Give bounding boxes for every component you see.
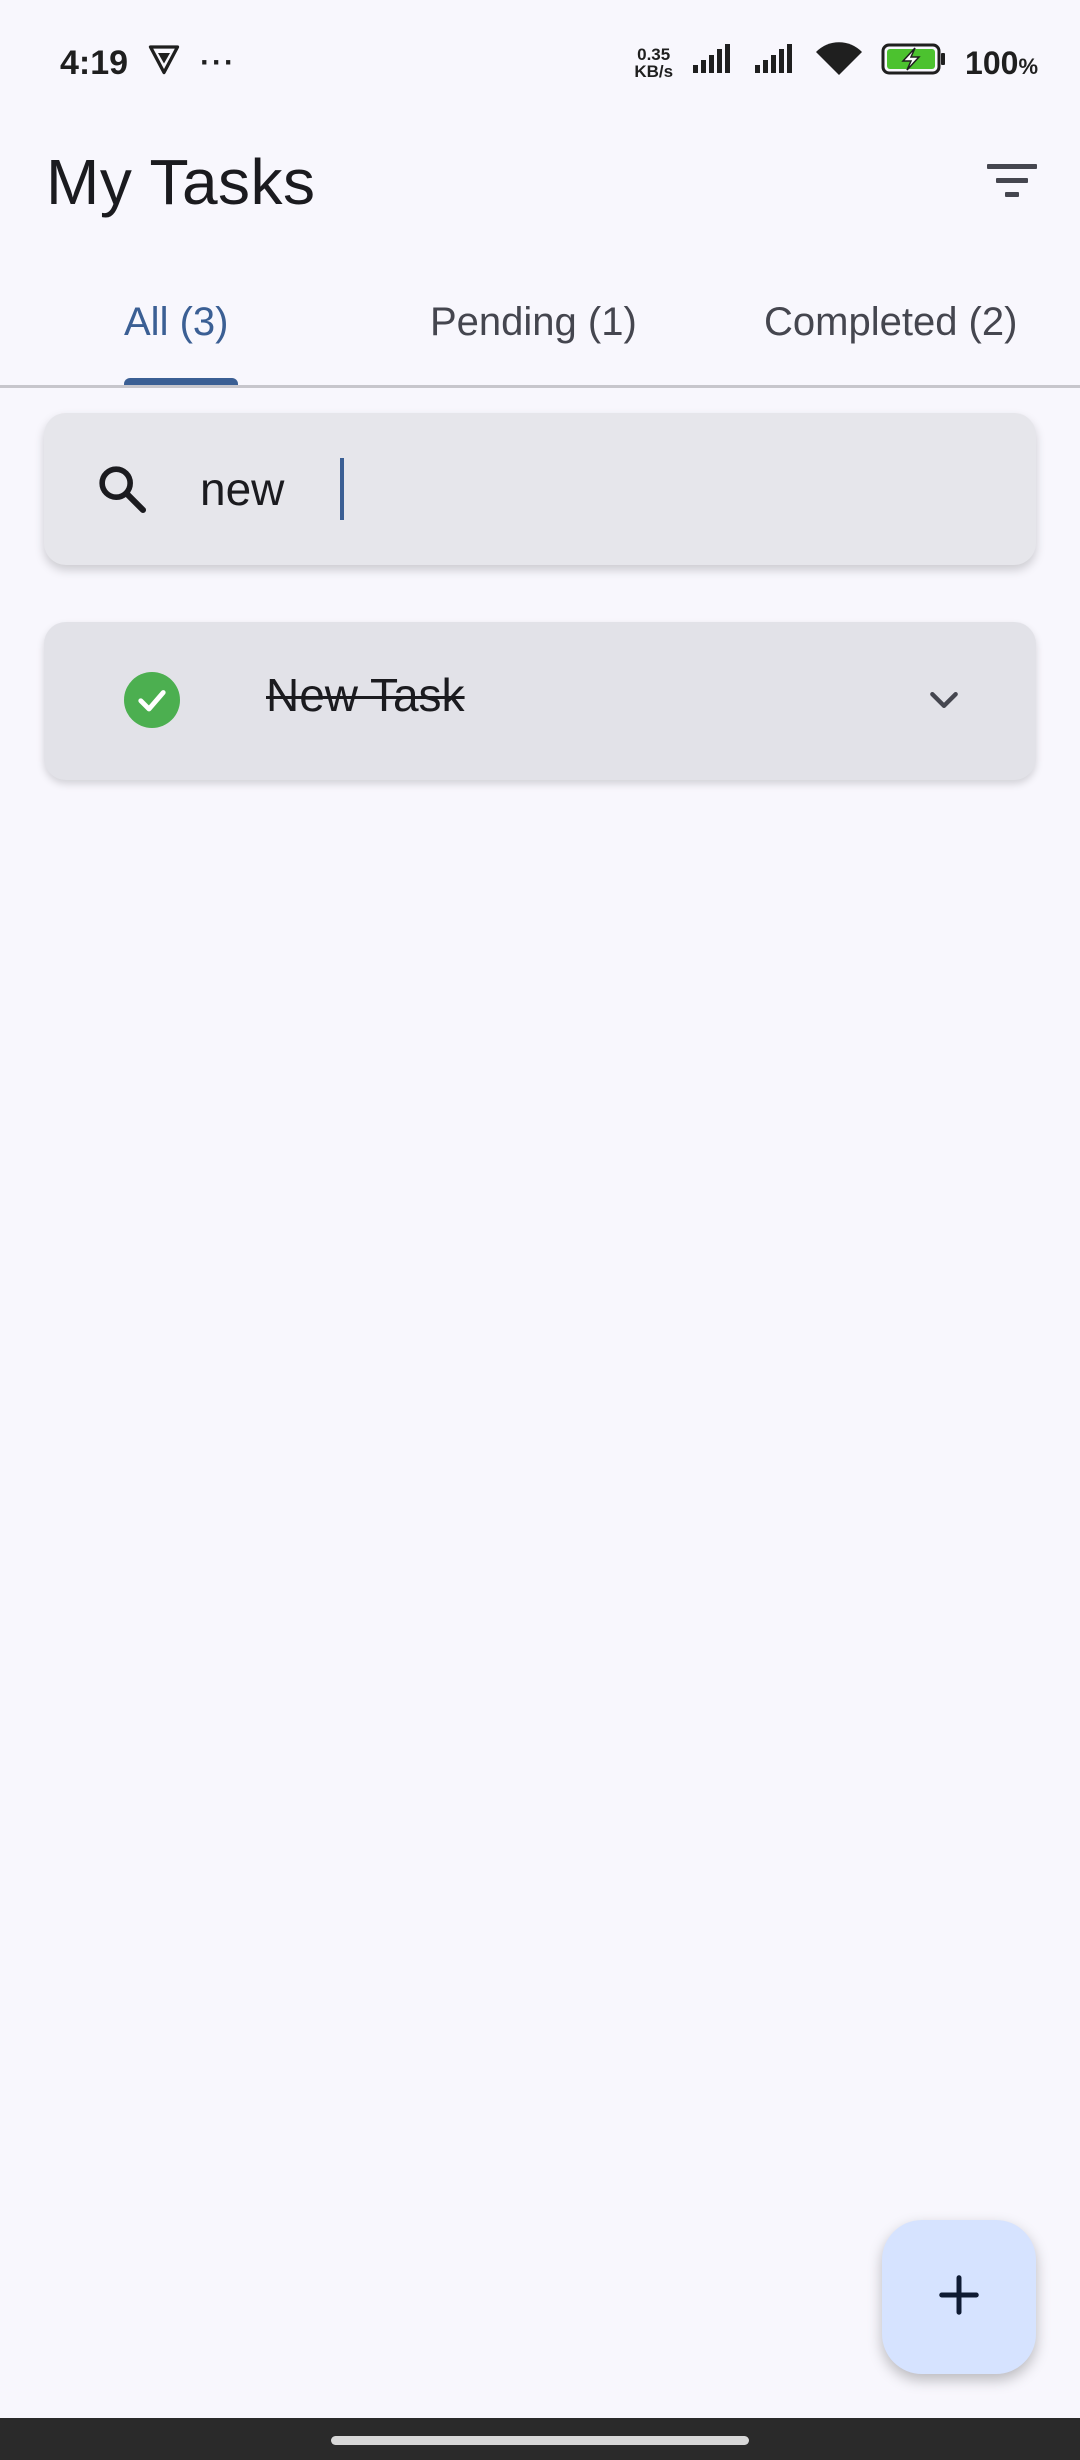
tab-pending[interactable]: Pending (1) [430, 260, 637, 385]
search-input[interactable] [200, 454, 980, 524]
tab-scroll-fade [1050, 260, 1080, 385]
status-right: 0.35 KB/s 100% [634, 41, 1038, 86]
system-navigation-bar [0, 2418, 1080, 2460]
network-speed-value: 0.35 [637, 45, 671, 64]
battery-unit: % [1018, 53, 1038, 79]
network-speed: 0.35 KB/s [634, 46, 673, 80]
wifi-icon [815, 41, 863, 86]
battery-charging-icon [881, 42, 947, 85]
chevron-down-icon[interactable] [912, 668, 976, 732]
add-task-button[interactable] [882, 2220, 1036, 2374]
tab-indicator [124, 378, 238, 385]
screen: 4:19 ··· 0.35 KB/s 100% My Tasks All (3)… [0, 0, 1080, 2460]
text-cursor [340, 458, 344, 520]
vpn-shield-icon [146, 41, 182, 86]
home-gesture-handle[interactable] [331, 2436, 749, 2445]
filter-icon [985, 160, 1039, 205]
status-bar: 4:19 ··· 0.35 KB/s 100% [0, 0, 1080, 126]
status-time: 4:19 [60, 43, 129, 82]
page-title: My Tasks [46, 146, 316, 218]
more-notifications-icon: ··· [200, 46, 237, 79]
filter-button[interactable] [972, 142, 1052, 222]
task-title: New Task [266, 669, 465, 721]
search-icon [92, 459, 152, 519]
tab-completed[interactable]: Completed (2) [764, 260, 1017, 385]
cellular-signal-2-icon [753, 43, 797, 84]
check-circle-icon[interactable] [124, 672, 180, 728]
task-item[interactable]: New Task [44, 622, 1036, 780]
battery-level: 100% [965, 45, 1038, 82]
app-bar: My Tasks [0, 126, 1080, 238]
cellular-signal-icon [691, 43, 735, 84]
plus-icon [936, 2272, 982, 2323]
network-speed-unit: KB/s [634, 62, 674, 81]
tab-bar: All (3) Pending (1) Completed (2) [0, 260, 1080, 388]
status-left: 4:19 ··· [60, 41, 236, 86]
tab-all[interactable]: All (3) [124, 260, 228, 385]
battery-percent: 100 [965, 44, 1019, 81]
search-bar[interactable] [44, 413, 1036, 565]
